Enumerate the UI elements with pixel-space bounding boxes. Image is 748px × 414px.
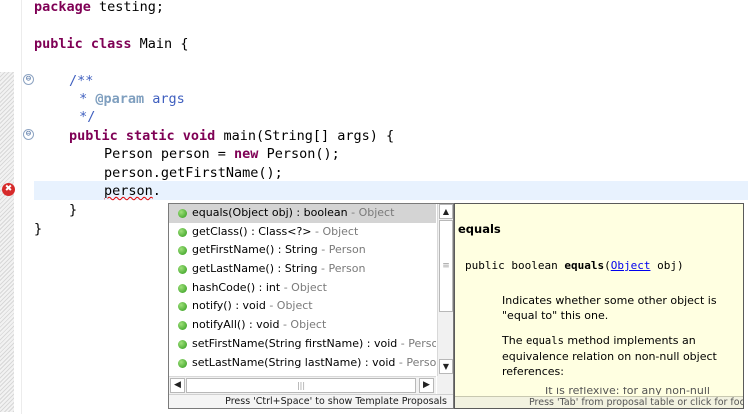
code-line-package: package testing; bbox=[34, 0, 165, 15]
proposal-list[interactable]: equals(Object obj) : boolean - Object get… bbox=[169, 204, 436, 376]
proposal-item[interactable]: notify() : void - Object bbox=[169, 297, 436, 316]
vertical-scroll-thumb[interactable]: ≡ bbox=[439, 220, 453, 312]
proposal-owner: - Person bbox=[398, 355, 436, 369]
code-line-javadoc-close: */ bbox=[71, 109, 96, 125]
proposal-item[interactable]: equals(Object obj) : boolean - Object bbox=[169, 204, 436, 223]
proposal-vertical-scrollbar[interactable]: ▲ ≡ ▼ bbox=[437, 204, 453, 376]
proposal-signature: setFirstName(String firstName) : void bbox=[192, 336, 398, 350]
proposal-item[interactable]: hashCode() : int - Object bbox=[169, 279, 436, 298]
javadoc-status-bar: Press 'Tab' from proposal table or click… bbox=[455, 396, 743, 408]
javadoc-description: Indicates whether some other object is "… bbox=[502, 294, 717, 322]
code-line-class: public class Main { bbox=[34, 36, 189, 52]
fold-method-icon[interactable]: ⊖ bbox=[23, 129, 34, 140]
scroll-right-button[interactable]: ▶ bbox=[419, 378, 434, 393]
proposal-signature: notifyAll() : void bbox=[192, 318, 280, 332]
code-line-javadoc-open: /** bbox=[69, 73, 94, 89]
public-method-icon bbox=[178, 302, 187, 312]
javadoc-signature: public boolean equals(Object obj) bbox=[465, 259, 684, 272]
public-method-icon bbox=[178, 339, 187, 349]
proposal-owner: - Object bbox=[279, 318, 327, 332]
proposal-signature: getLastName() : String bbox=[192, 262, 318, 276]
proposal-owner: - Person bbox=[317, 262, 366, 276]
proposal-item[interactable]: setLastName(String lastName) : void - Pe… bbox=[169, 354, 436, 373]
error-marker-icon[interactable]: ✖ bbox=[2, 183, 15, 196]
proposal-signature: notify() : void bbox=[192, 299, 266, 313]
code-line-current: person. bbox=[104, 183, 161, 199]
proposal-signature: getClass() : Class<?> bbox=[192, 224, 312, 238]
javadoc-equivalence-text: The equals method implements an equivale… bbox=[502, 334, 717, 378]
error-squiggle: person bbox=[104, 183, 153, 199]
proposal-owner: - Object bbox=[265, 299, 313, 313]
proposal-signature: getFirstName() : String bbox=[192, 243, 318, 257]
code-line-getfirstname: person.getFirstName(); bbox=[104, 165, 283, 181]
content-assist-popup[interactable]: equals(Object obj) : boolean - Object get… bbox=[168, 203, 454, 409]
proposal-owner: - Object bbox=[311, 224, 359, 238]
horizontal-scroll-thumb[interactable]: ||| bbox=[186, 378, 416, 393]
proposal-item[interactable]: setFirstName(String firstName) : void - … bbox=[169, 335, 436, 354]
code-line-close-class: } bbox=[34, 221, 43, 237]
proposal-signature: setLastName(String lastName) : void bbox=[192, 355, 396, 369]
javadoc-hover[interactable]: equals public boolean equals(Object obj)… bbox=[454, 203, 744, 409]
public-method-icon bbox=[178, 283, 187, 293]
proposal-status-bar: Press 'Ctrl+Space' to show Template Prop… bbox=[169, 394, 453, 408]
code-line-close-method: } bbox=[69, 202, 78, 218]
public-method-icon bbox=[178, 321, 187, 331]
code-line-new-person: Person person = new Person(); bbox=[104, 146, 340, 162]
code-line-javadoc-param: * @param args bbox=[71, 91, 185, 107]
proposal-owner: - Object bbox=[347, 206, 395, 219]
public-method-icon bbox=[178, 209, 187, 218]
public-method-icon bbox=[178, 246, 187, 256]
javadoc-title: equals bbox=[458, 222, 501, 236]
public-method-icon bbox=[178, 265, 187, 275]
proposal-item[interactable]: getClass() : Class<?> - Object bbox=[169, 223, 436, 242]
scrollbar-corner bbox=[437, 376, 453, 394]
proposal-owner: - Object bbox=[280, 280, 327, 294]
proposal-item[interactable]: getFirstName() : String - Person bbox=[169, 241, 436, 260]
proposal-item[interactable]: getLastName() : String - Person bbox=[169, 260, 436, 279]
scroll-up-button[interactable]: ▲ bbox=[439, 204, 453, 219]
public-method-icon bbox=[178, 358, 187, 368]
proposal-item[interactable]: notifyAll() : void - Object bbox=[169, 316, 436, 335]
code-line-method: public static void main(String[] args) { bbox=[69, 128, 395, 144]
object-type-link[interactable]: Object bbox=[611, 259, 651, 272]
proposal-signature: hashCode() : int bbox=[192, 280, 281, 294]
proposal-signature: equals(Object obj) : boolean bbox=[192, 206, 348, 219]
scroll-left-button[interactable]: ◀ bbox=[170, 378, 185, 393]
javadoc-cut-off-line: It is reflexive: for any non-null bbox=[545, 387, 710, 395]
proposal-owner: - Person bbox=[400, 336, 436, 350]
proposal-owner: - Person bbox=[317, 243, 366, 257]
fold-javadoc-icon[interactable]: ⊖ bbox=[23, 74, 34, 85]
proposal-horizontal-scrollbar[interactable]: ◀ ||| ▶ bbox=[169, 376, 436, 394]
overview-ruler bbox=[0, 72, 14, 412]
scroll-down-button[interactable]: ▼ bbox=[439, 359, 453, 374]
public-method-icon bbox=[178, 227, 187, 237]
